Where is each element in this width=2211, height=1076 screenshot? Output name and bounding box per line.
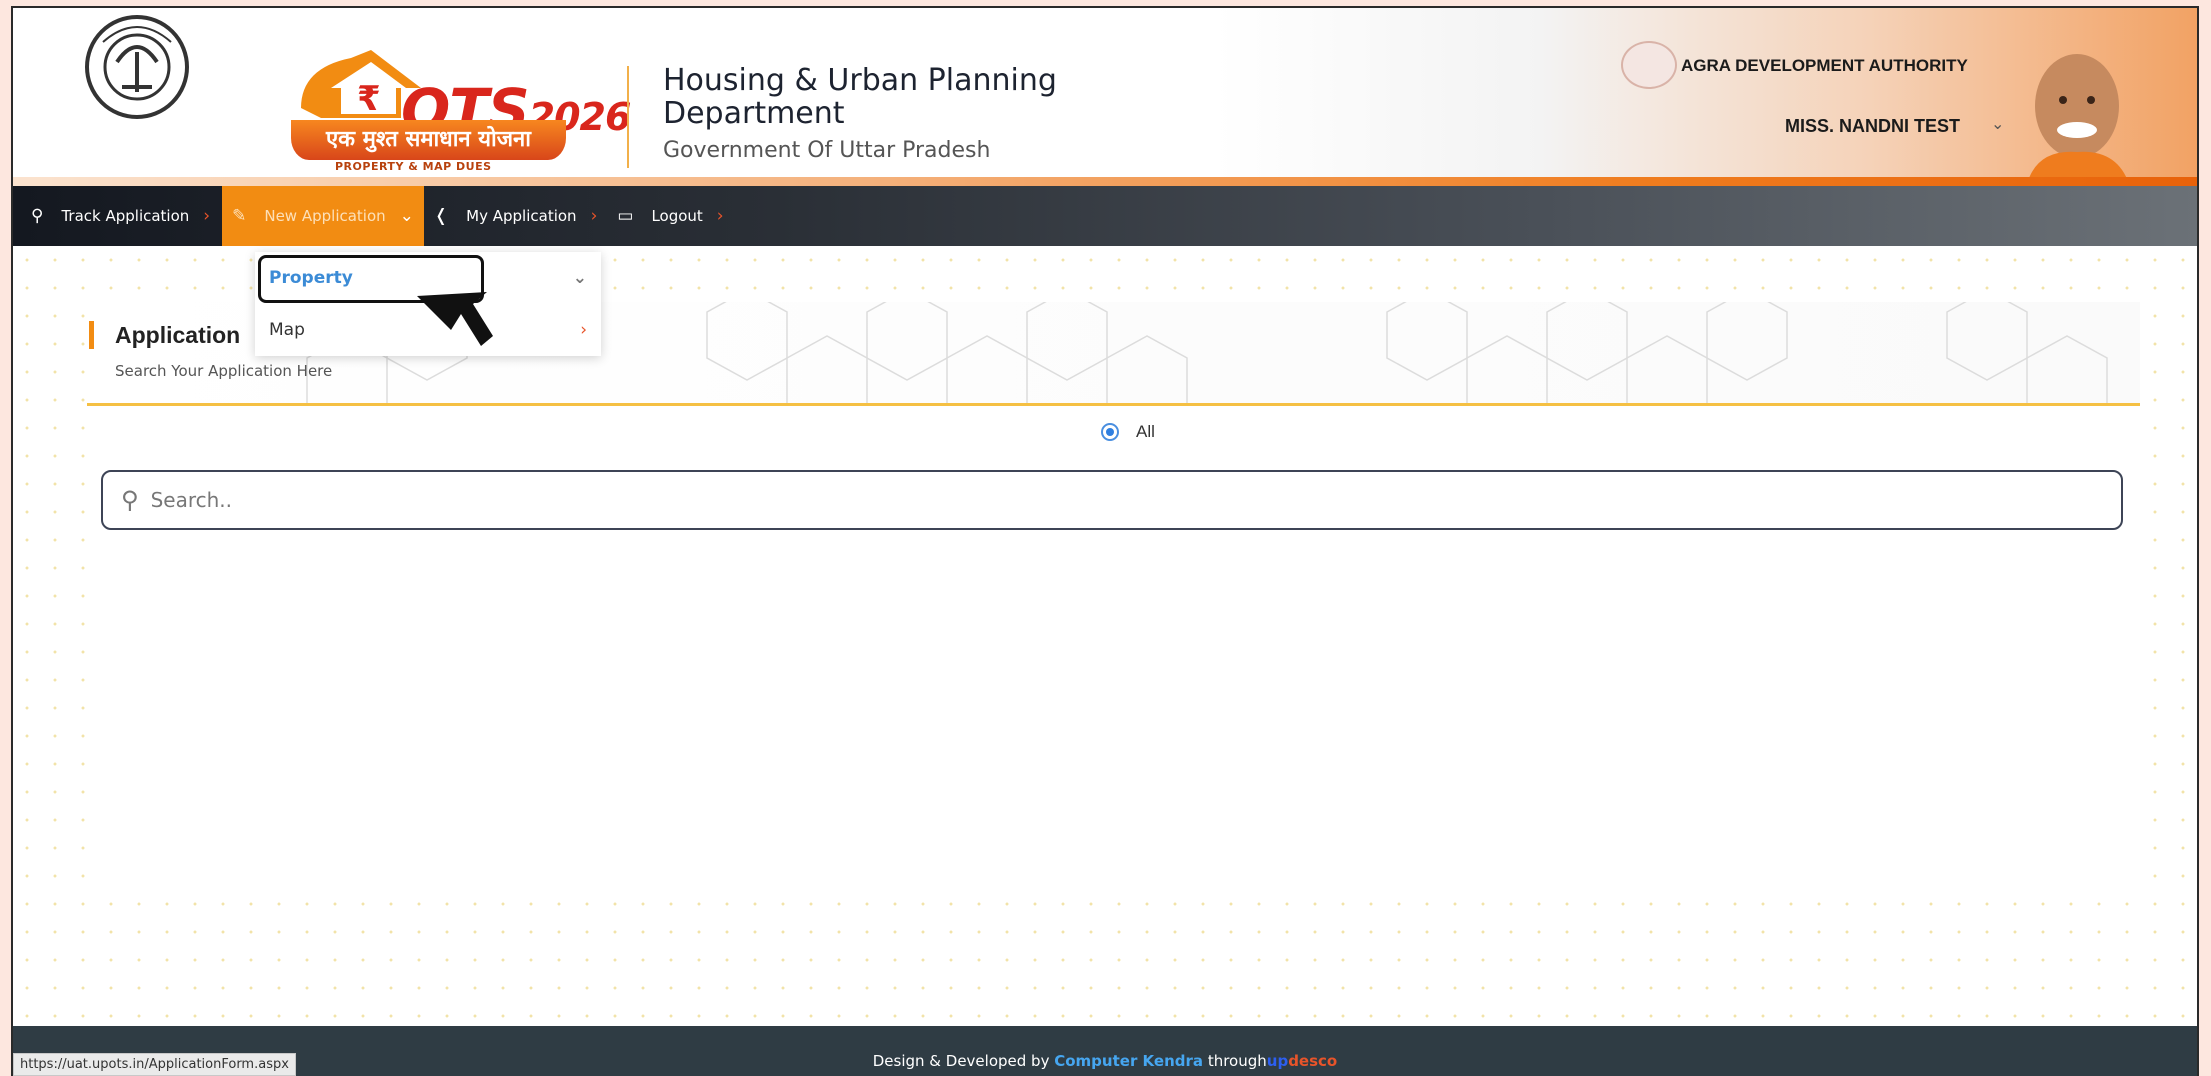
footer-partner-b[interactable]: desco <box>1288 1052 1337 1070</box>
main-navbar: ⚲ Track Application › ✎ New Application … <box>13 186 2197 246</box>
nav-label: Track Application <box>61 207 190 225</box>
site-footer: Design & Developed by Computer Kendra th… <box>13 1026 2197 1076</box>
up-emblem-icon <box>85 15 189 119</box>
title-accent-bar <box>89 321 94 349</box>
authority-logo-icon <box>1621 41 1677 89</box>
footer-developer-link[interactable]: Computer Kendra <box>1054 1052 1203 1070</box>
edit-icon: ✎ <box>232 206 247 226</box>
nav-label: Logout <box>651 207 703 225</box>
site-header: ₹ OTS2026 एक मुश्त समाधान योजना PROPERTY… <box>13 8 2197 186</box>
nav-track-application[interactable]: ⚲ Track Application › <box>13 186 220 246</box>
footer-prefix: Design & Developed by <box>872 1052 1050 1070</box>
browser-status-url: https://uat.upots.in/ApplicationForm.asp… <box>13 1053 296 1076</box>
card-title: Application <box>115 322 241 348</box>
logo-subtag: PROPERTY & MAP DUES <box>335 160 492 173</box>
main-content: Application Search Your Application Here… <box>13 246 2197 1026</box>
user-menu[interactable]: MISS. NANDNI TEST <box>1785 116 1960 137</box>
search-box[interactable]: ⚲ <box>101 470 2123 530</box>
search-input[interactable] <box>150 488 2051 512</box>
logo-tagline: एक मुश्त समाधान योजना <box>291 120 566 160</box>
nav-label: New Application <box>264 207 386 225</box>
authority-name: AGRA DEVELOPMENT AUTHORITY <box>1681 56 1968 75</box>
card-subtitle: Search Your Application Here <box>115 362 333 380</box>
svg-text:₹: ₹ <box>357 79 381 119</box>
header-divider <box>627 66 629 168</box>
nav-my-application[interactable]: ❬ My Application › <box>424 186 607 246</box>
radio-all-label[interactable]: All <box>1136 422 1155 442</box>
megaphone-icon: ❬ <box>433 206 449 226</box>
footer-partner-a[interactable]: up <box>1267 1052 1288 1070</box>
search-icon: ⚲ <box>31 206 44 226</box>
chevron-right-icon: › <box>590 206 598 226</box>
chevron-right-icon: › <box>716 206 724 226</box>
browser-frame: ₹ OTS2026 एक मुश्त समाधान योजना PROPERTY… <box>11 6 2199 1076</box>
radio-all[interactable] <box>1101 423 1119 441</box>
dept-title: Housing & Urban Planning Department <box>663 63 1057 131</box>
footer-through: through <box>1207 1052 1267 1070</box>
chevron-down-icon[interactable]: ⌄ <box>1991 114 2004 133</box>
filter-radio-group: All <box>1101 422 1155 442</box>
dept-subtitle: Government Of Uttar Pradesh <box>663 138 991 163</box>
chevron-down-icon: ⌄ <box>399 206 414 226</box>
application-search-card: Application Search Your Application Here… <box>87 302 2140 895</box>
nav-logout[interactable]: ▭ Logout › <box>607 186 733 246</box>
chevron-right-icon: › <box>580 320 587 340</box>
chief-minister-photo <box>2027 54 2129 184</box>
nav-label: My Application <box>466 207 577 225</box>
mouse-pointer-icon <box>417 292 493 346</box>
chevron-right-icon: › <box>203 206 211 226</box>
ots-logo: ₹ OTS2026 एक मुश्त समाधान योजना PROPERTY… <box>251 48 631 178</box>
logout-icon: ▭ <box>617 206 634 226</box>
dropdown-item-label: Map <box>269 320 305 340</box>
chevron-down-icon: ⌄ <box>572 268 587 288</box>
nav-new-application[interactable]: ✎ New Application ⌄ <box>222 186 424 246</box>
search-icon: ⚲ <box>121 486 139 514</box>
